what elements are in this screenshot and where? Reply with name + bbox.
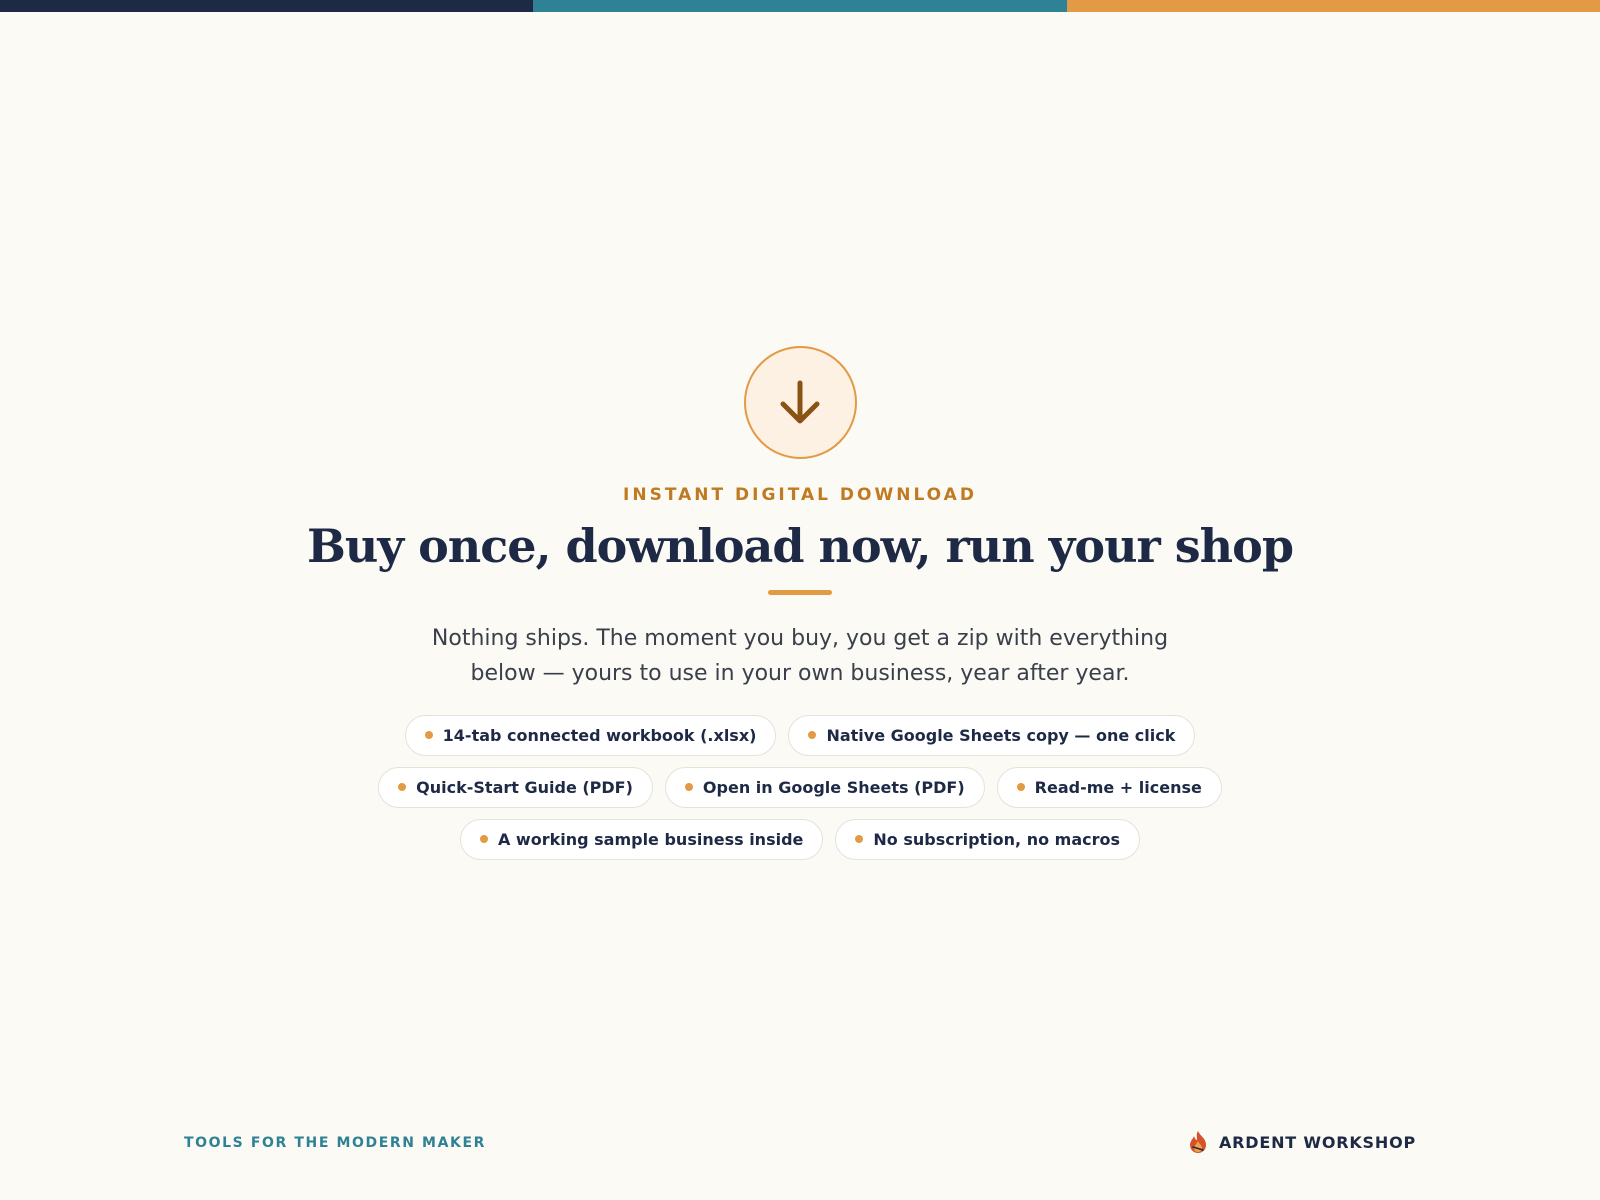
feature-chip-label: 14-tab connected workbook (.xlsx) bbox=[442, 725, 757, 745]
feature-chip: Open in Google Sheets (PDF) bbox=[664, 766, 985, 808]
top-bar-teal-segment bbox=[533, 0, 1067, 12]
bullet-dot-icon bbox=[684, 783, 693, 792]
hero-section: INSTANT DIGITAL DOWNLOAD Buy once, downl… bbox=[0, 346, 1600, 860]
hero-subtitle: Nothing ships. The moment you buy, you g… bbox=[431, 625, 1169, 686]
feature-chip-label: A working sample business inside bbox=[497, 829, 804, 849]
feature-chip-label: Read-me + license bbox=[1034, 777, 1202, 797]
feature-chip-row: Quick-Start Guide (PDF) Open in Google S… bbox=[378, 766, 1222, 808]
feature-chip-list: 14-tab connected workbook (.xlsx) Native… bbox=[378, 714, 1222, 860]
bullet-dot-icon bbox=[479, 835, 488, 844]
feature-chip-label: No subscription, no macros bbox=[873, 829, 1121, 849]
feature-chip-label: Quick-Start Guide (PDF) bbox=[416, 777, 633, 797]
top-bar-navy-segment bbox=[0, 0, 534, 12]
feature-chip: Native Google Sheets copy — one click bbox=[788, 714, 1196, 756]
feature-chip: 14-tab connected workbook (.xlsx) bbox=[404, 714, 777, 756]
feature-chip-row: A working sample business inside No subs… bbox=[459, 818, 1141, 860]
footer-tagline: TOOLS FOR THE MODERN MAKER bbox=[184, 1135, 487, 1151]
feature-chip-row: 14-tab connected workbook (.xlsx) Native… bbox=[404, 714, 1196, 756]
feature-chip: No subscription, no macros bbox=[835, 818, 1141, 860]
feature-chip-label: Open in Google Sheets (PDF) bbox=[702, 777, 965, 797]
footer-brand: ARDENT WORKSHOP bbox=[1187, 1130, 1416, 1154]
feature-chip: A working sample business inside bbox=[459, 818, 824, 860]
bullet-dot-icon bbox=[1016, 783, 1025, 792]
bullet-dot-icon bbox=[808, 731, 817, 740]
feature-chip: Quick-Start Guide (PDF) bbox=[378, 766, 653, 808]
top-bar-orange-segment bbox=[1066, 0, 1600, 12]
eyebrow-label: INSTANT DIGITAL DOWNLOAD bbox=[623, 485, 977, 505]
bullet-dot-icon bbox=[398, 783, 407, 792]
download-arrow-icon bbox=[780, 380, 820, 423]
bullet-dot-icon bbox=[424, 731, 433, 740]
title-underline bbox=[768, 589, 832, 595]
flame-logo-icon bbox=[1190, 1131, 1206, 1153]
brand-name: ARDENT WORKSHOP bbox=[1219, 1132, 1416, 1152]
page: INSTANT DIGITAL DOWNLOAD Buy once, downl… bbox=[0, 0, 1600, 1200]
top-color-bar bbox=[0, 0, 1600, 12]
download-badge bbox=[743, 346, 857, 459]
feature-chip-label: Native Google Sheets copy — one click bbox=[826, 725, 1176, 745]
page-title: Buy once, download now, run your shop bbox=[307, 519, 1294, 573]
feature-chip: Read-me + license bbox=[996, 766, 1222, 808]
bullet-dot-icon bbox=[855, 835, 864, 844]
